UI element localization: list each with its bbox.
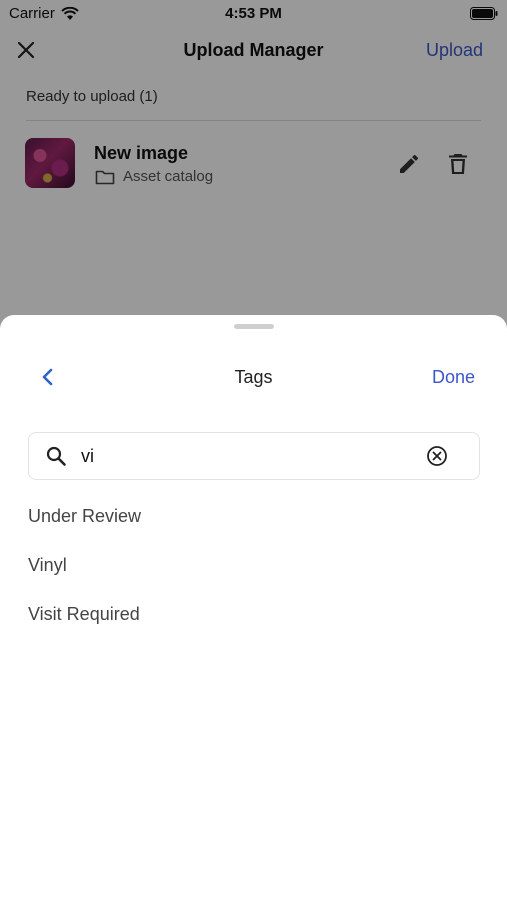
search-field[interactable] — [28, 432, 480, 480]
tags-sheet: Tags Done Under Review Vinyl Visit Requi… — [0, 315, 507, 900]
tag-result-item[interactable]: Visit Required — [28, 598, 480, 647]
clear-icon[interactable] — [426, 445, 448, 467]
search-input[interactable] — [81, 441, 411, 471]
search-icon — [46, 446, 66, 466]
tag-result-item[interactable]: Vinyl — [28, 549, 480, 598]
tag-results-list: Under Review Vinyl Visit Required — [28, 500, 480, 647]
sheet-grabber[interactable] — [234, 324, 274, 329]
sheet-title: Tags — [234, 367, 273, 387]
tag-result-item[interactable]: Under Review — [28, 500, 480, 549]
done-button[interactable]: Done — [432, 367, 475, 388]
